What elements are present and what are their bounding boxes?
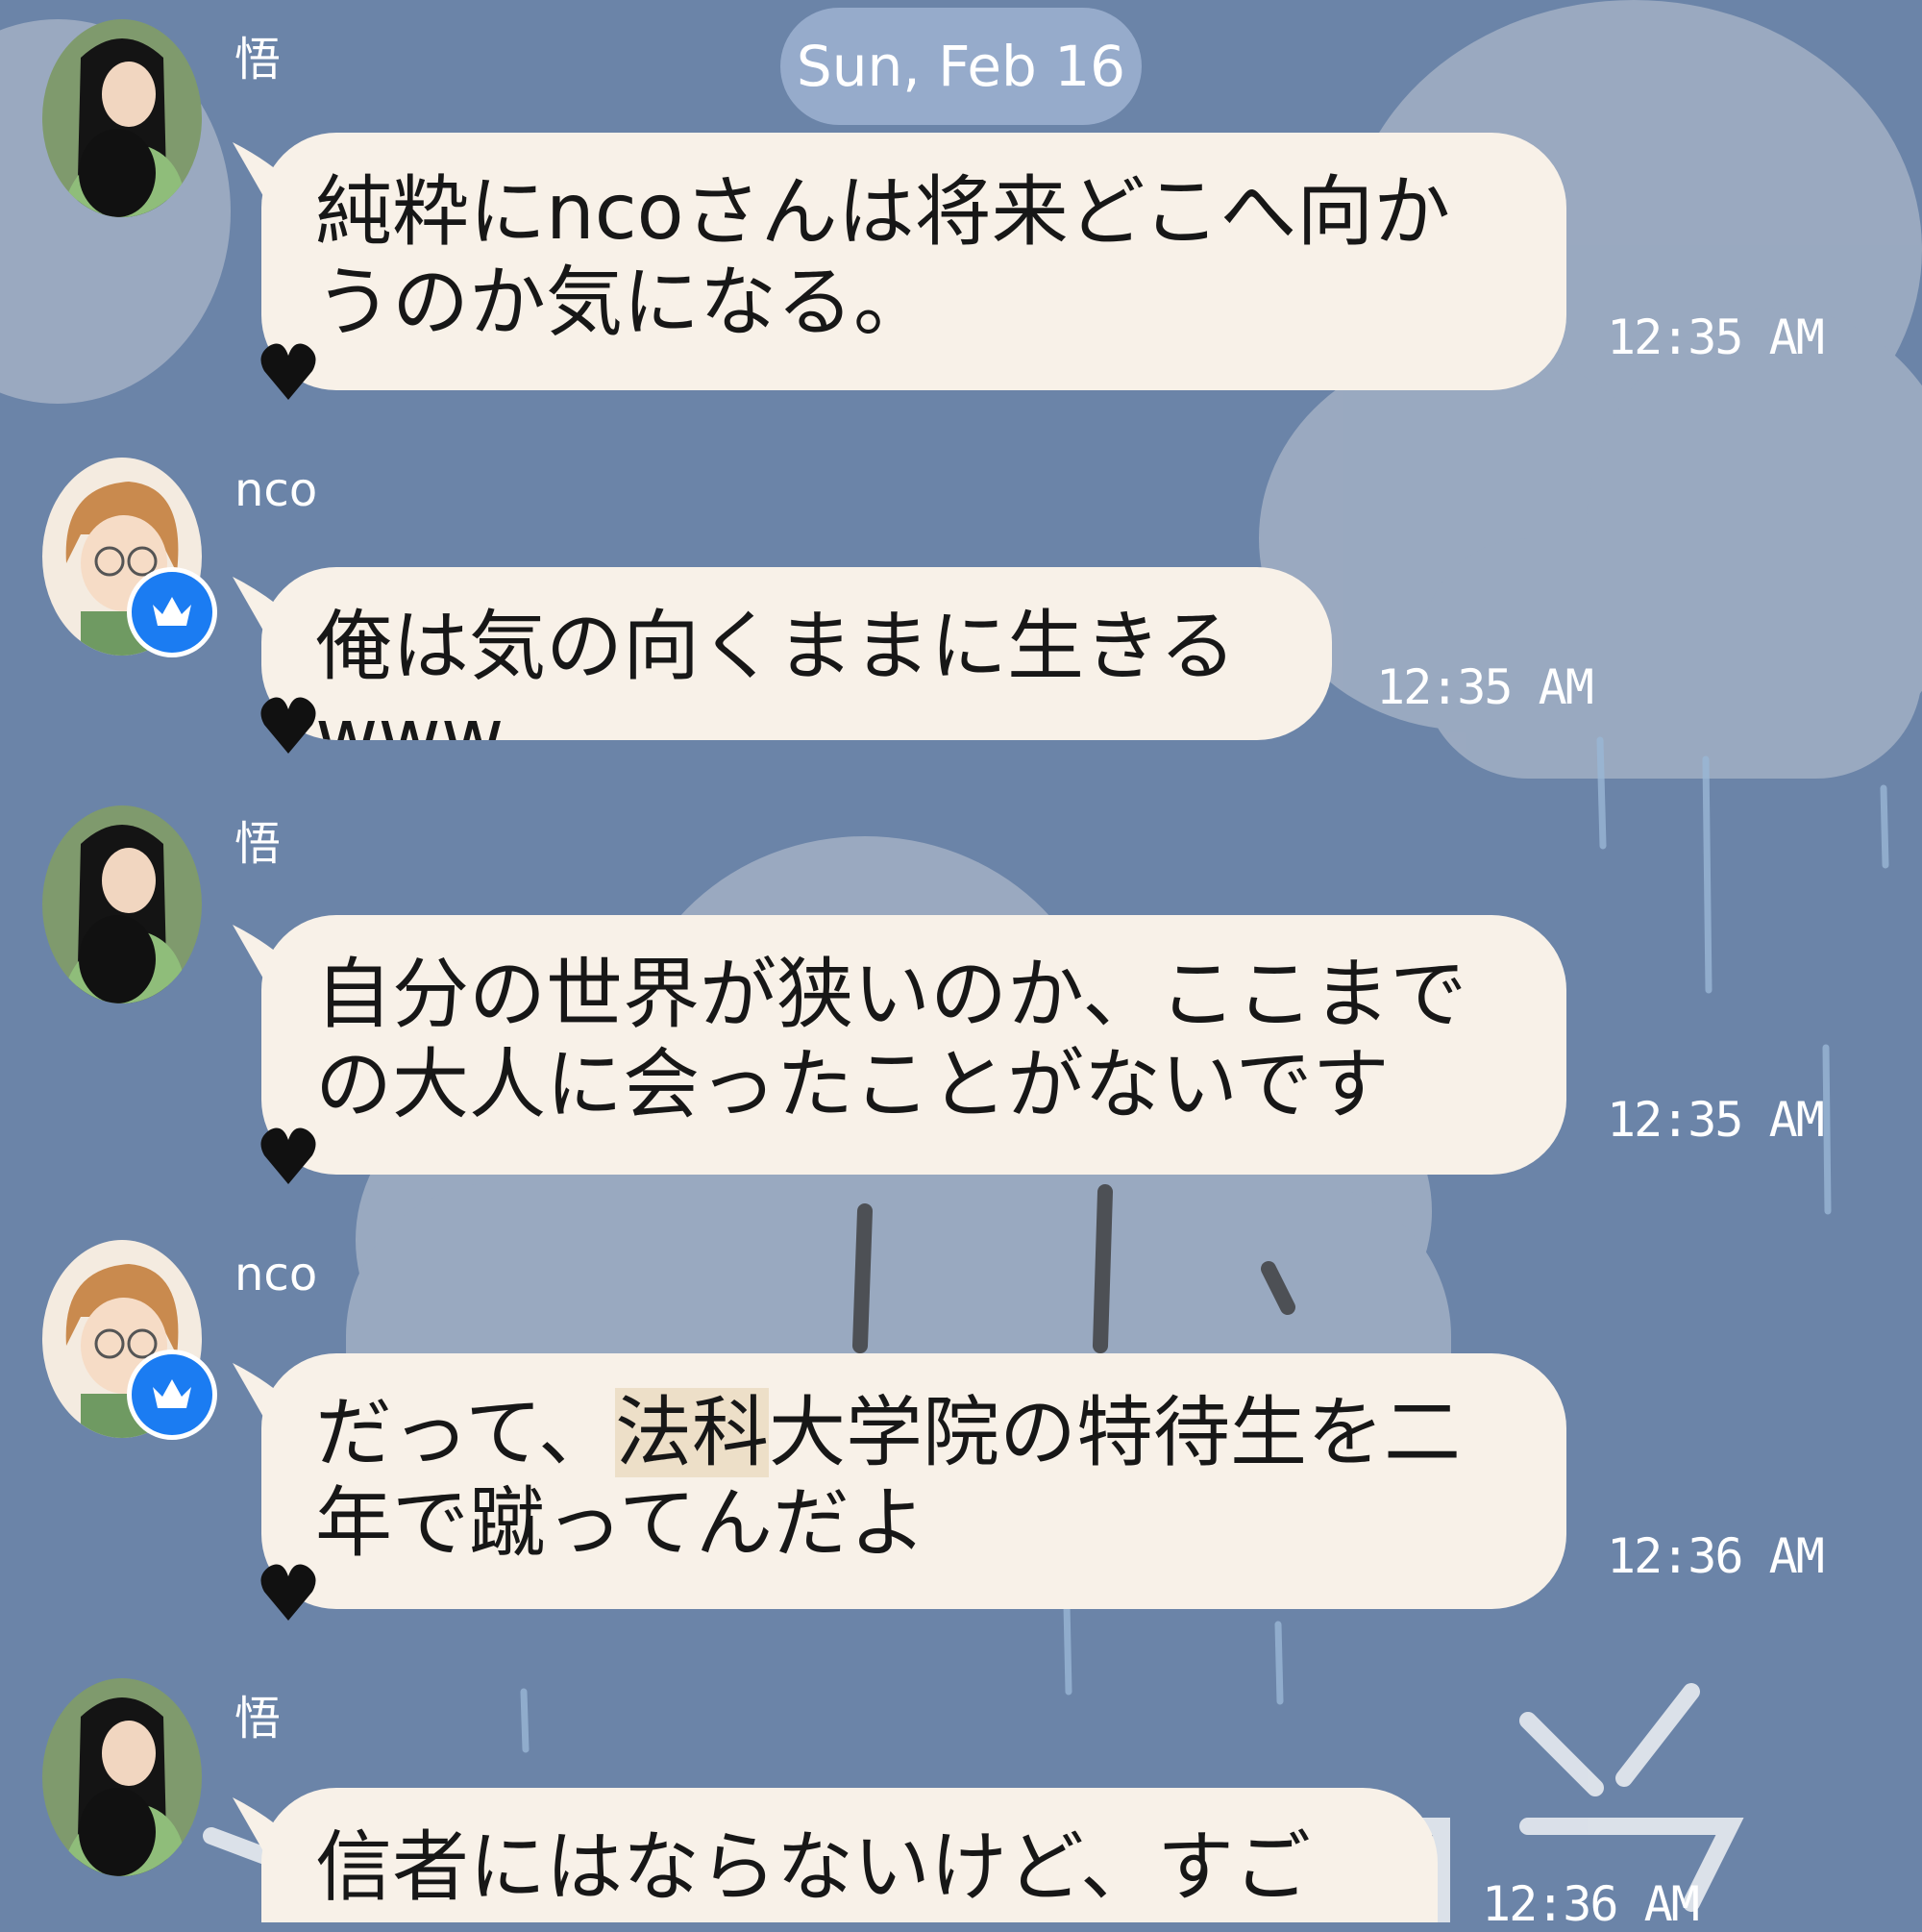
heart-reaction-icon[interactable] [259,690,317,757]
message-bubble[interactable]: 自分の世界が狭いのか、ここまでの大人に会ったことがないです [261,915,1566,1175]
message-timestamp: 12:35 AM [1607,310,1825,365]
girl-with-black-cat-avatar-icon [42,19,202,217]
avatar[interactable] [42,805,202,1003]
date-separator: Sun, Feb 16 [780,8,1142,125]
verified-crown-badge [127,567,217,657]
message-bubble[interactable]: だって、法科大学院の特待生を二年で蹴ってんだよ [261,1353,1566,1609]
girl-with-black-cat-avatar-icon [42,805,202,1003]
message-text-part: だって、 [315,1388,615,1477]
message-bubble[interactable]: 純粋にncoさんは将来どこへ向かうのか気になる。 [261,133,1566,390]
sender-name: nco [234,463,318,517]
sender-name: 悟 [234,33,282,87]
crown-icon [153,597,191,626]
message-bubble[interactable]: 信者にはならないけど、すごいす [261,1788,1438,1922]
heart-reaction-icon[interactable] [259,336,317,404]
message-timestamp: 12:35 AM [1607,1092,1825,1148]
message-bubble[interactable]: 俺は気の向くままに生きるwww [261,567,1332,740]
avatar[interactable] [42,1678,202,1876]
message-timestamp: 12:36 AM [1482,1876,1700,1932]
sender-name: nco [234,1248,318,1301]
message-timestamp: 12:36 AM [1607,1528,1825,1584]
sender-name: 悟 [234,817,282,871]
highlighted-text: 法科 [615,1388,769,1477]
heart-reaction-icon[interactable] [259,1121,317,1188]
avatar[interactable] [42,19,202,217]
sender-name: 悟 [234,1692,282,1746]
message-timestamp: 12:35 AM [1376,659,1594,715]
crown-icon [153,1379,191,1408]
heart-reaction-icon[interactable] [259,1557,317,1624]
verified-crown-badge [127,1350,217,1440]
girl-with-black-cat-avatar-icon [42,1678,202,1876]
